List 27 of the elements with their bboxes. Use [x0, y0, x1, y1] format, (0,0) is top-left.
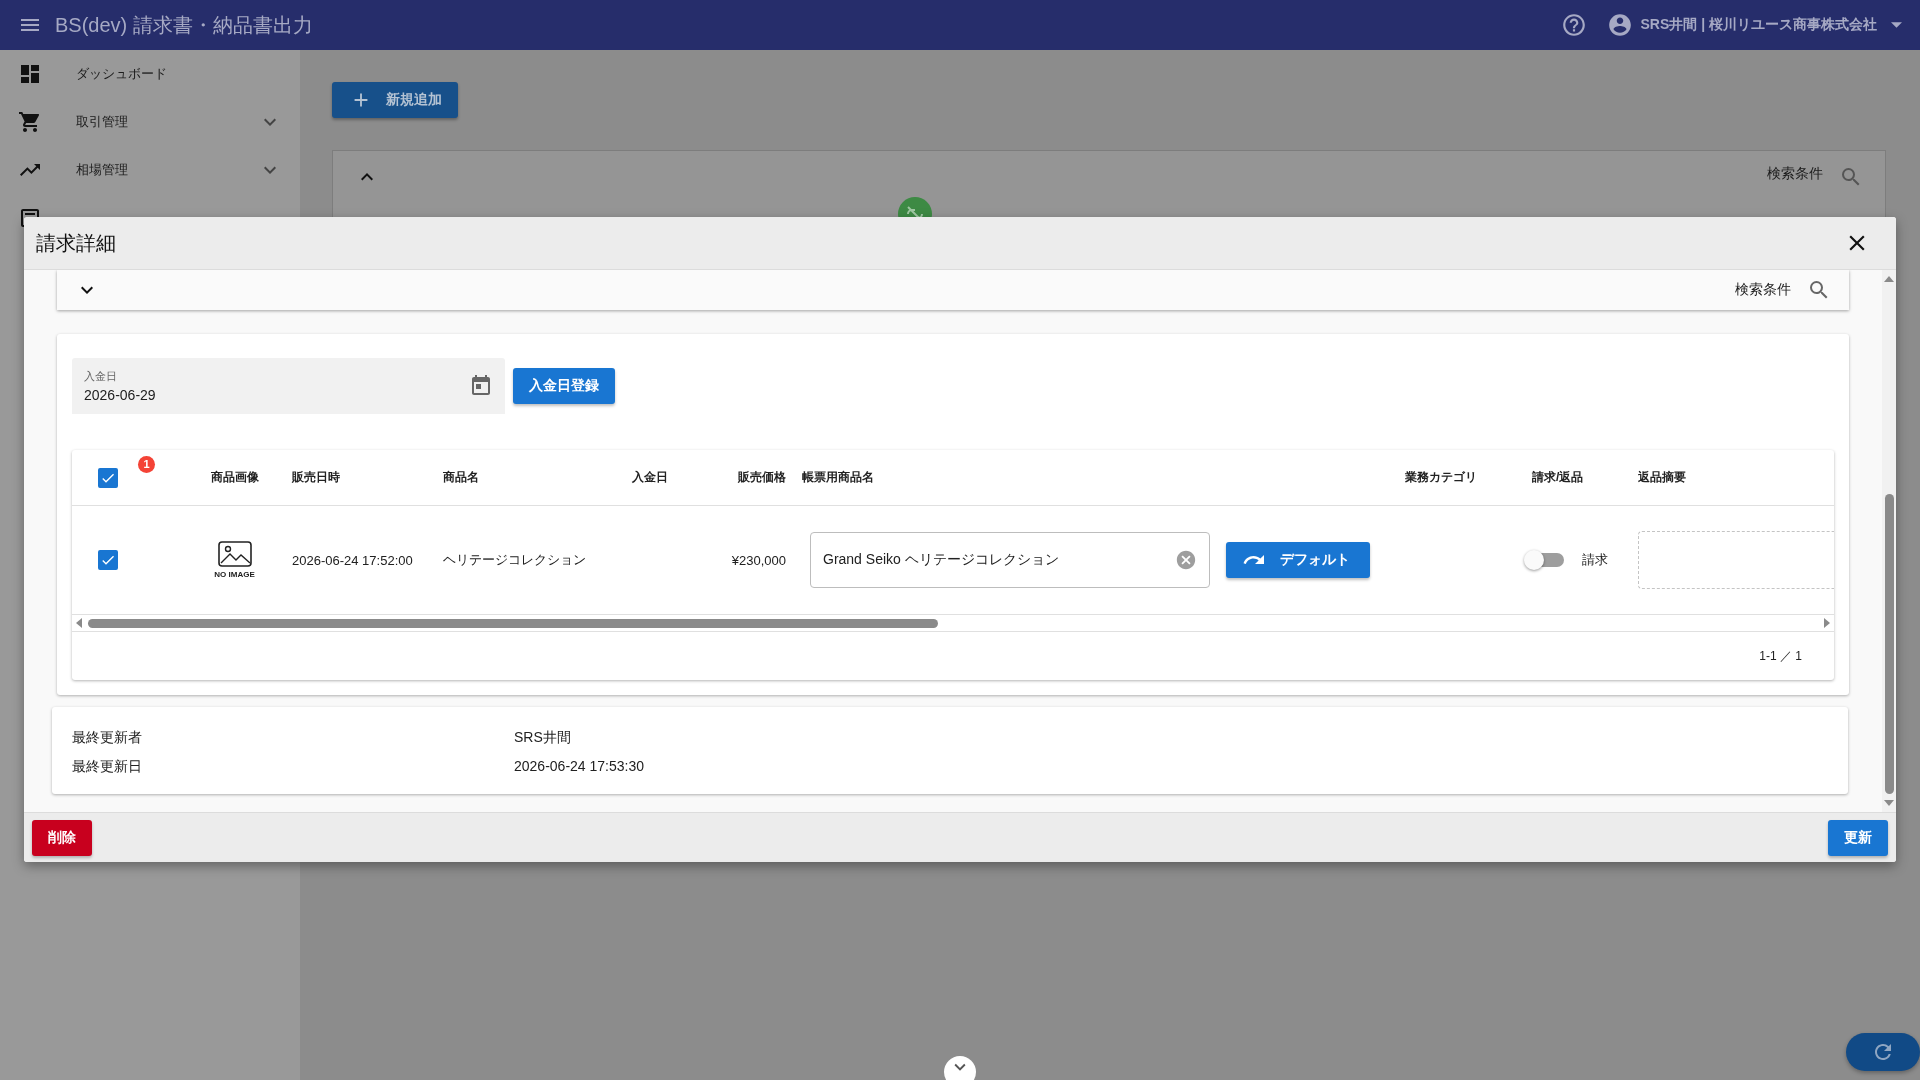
column-header: 業務カテゴリ	[1404, 469, 1478, 486]
sidebar-label: 取引管理	[76, 113, 129, 131]
pagination-text: 1-1 ／ 1	[1759, 647, 1802, 665]
column-header: 返品摘要	[1637, 469, 1687, 486]
info-label: 最終更新日	[72, 758, 143, 776]
app-title: BS(dev) 請求書・納品書出力	[55, 12, 314, 38]
table-cell-text: ヘリテージコレクション	[442, 551, 587, 569]
column-header: 入金日	[631, 469, 669, 486]
column-header: 商品画像	[209, 469, 260, 486]
info-label: 最終更新者	[72, 729, 143, 747]
info-value: SRS井間	[514, 729, 572, 747]
no-image-label: NO IMAGE	[214, 570, 255, 579]
sidebar-label: 相場管理	[76, 161, 129, 179]
count-badge: 1	[138, 455, 155, 473]
search-label: 検索条件	[1767, 165, 1823, 183]
column-header: 販売日時	[291, 469, 341, 486]
sidebar-label: ダッシュボード	[76, 65, 168, 83]
column-header: 商品名	[442, 469, 480, 486]
info-value: 2026-06-24 17:53:30	[514, 758, 645, 776]
table-cell-text: 2026-06-24 17:52:00	[291, 552, 414, 568]
toggle-label: 請求	[1582, 551, 1608, 569]
dialog-title: 請求詳細	[36, 230, 117, 256]
column-header: 帳票用商品名	[801, 469, 875, 486]
column-header: 請求/返品	[1531, 469, 1585, 486]
search-label: 検索条件	[1735, 281, 1791, 299]
column-header: 販売価格	[737, 469, 787, 486]
table-cell-text: ¥230,000	[730, 552, 787, 568]
